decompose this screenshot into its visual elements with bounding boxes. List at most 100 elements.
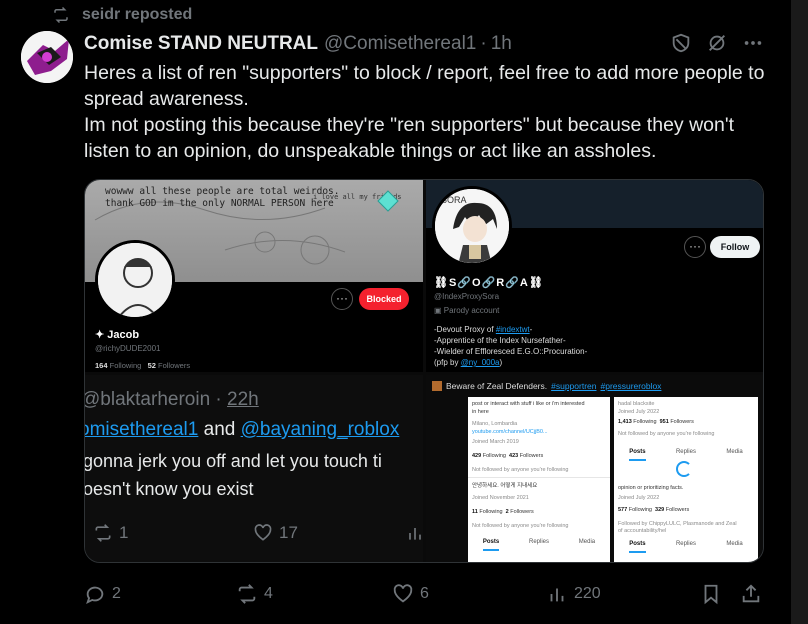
media-image-4[interactable]: Beware of Zeal Defenders. #supportren #p… (426, 375, 763, 562)
card-followers-count: 2 (505, 509, 509, 515)
card-line: post or interact with stuff i like or i'… (472, 401, 585, 407)
bookmark-button[interactable] (700, 580, 722, 608)
cropped-mention-1: omisethereal1 (85, 419, 199, 440)
media-image-3[interactable]: @blaktarheroin · 22h omisethereal1 and @… (85, 375, 423, 562)
card-following-label: Following (628, 507, 652, 513)
post-text: Heres a list of ren "supporters" to bloc… (84, 60, 784, 164)
repost-label: seidr reposted (82, 6, 193, 23)
media-grid[interactable]: wowww all these people are total weirdos… (84, 179, 764, 563)
collage-hashtag-2: #pressureroblox (600, 381, 662, 391)
card-tab-replies: Replies (528, 539, 549, 545)
profile-picture[interactable] (95, 240, 175, 320)
reply-button[interactable]: 2 (84, 580, 121, 608)
card-following-count: 1,413 (618, 419, 632, 425)
bookmark-icon (704, 584, 718, 605)
collage-caption-text: Beware of Zeal Defenders. (446, 381, 548, 391)
card-tab-media: Media (578, 539, 596, 545)
card-stats: 577 Following 329 Followers (618, 507, 689, 513)
repost-indicator[interactable]: seidr reposted (52, 5, 192, 25)
loading-spinner-icon (676, 461, 692, 477)
author-name[interactable]: Comise STAND NEUTRAL (84, 33, 318, 55)
collage-caption: Beware of Zeal Defenders. #supportren #p… (426, 379, 763, 393)
card-tab-replies: Replies (675, 541, 696, 547)
card-followed-by: Followed by ChippyLULC, Plasmanode and Z… (618, 521, 737, 527)
grok-icon[interactable] (706, 32, 728, 54)
cropped-handle: @blaktarheroin (85, 389, 211, 410)
card-following-count: 429 (472, 453, 482, 459)
card-tab-posts: Posts (629, 541, 646, 553)
collage-avatar (432, 381, 442, 391)
banner-text-line-1: wowww all these people are total weirdos… (105, 186, 340, 197)
card-joined: Joined July 2022 (618, 495, 660, 501)
card-divider (468, 477, 610, 478)
mention-link[interactable]: @ny_000a (461, 358, 500, 367)
more-icon[interactable] (742, 32, 764, 54)
card-joined: Joined July 2022 (618, 409, 660, 415)
cropped-text-2: oesn't know you exist (85, 479, 254, 499)
blocked-button[interactable]: Blocked (359, 288, 409, 310)
bio-line-4-suffix: ) (499, 358, 503, 367)
card-followers-count: 951 (659, 419, 669, 425)
pfp-art: SORA (435, 189, 509, 263)
card-stats: 429 Following 423 Followers (472, 453, 543, 459)
views-button[interactable]: 220 (546, 580, 601, 608)
collage-card-left: post or interact with stuff i like or i'… (468, 397, 610, 562)
author-handle[interactable]: @Comisethereal1 (324, 33, 476, 55)
card-line: in here (472, 409, 489, 415)
card-followers-count: 329 (655, 507, 665, 513)
scrollbar[interactable] (791, 0, 808, 624)
post-header: Comise STAND NEUTRAL @Comisethereal1 · 1… (84, 32, 512, 56)
card-stats: 1,413 Following 951 Followers (618, 419, 694, 425)
block-icon[interactable] (670, 32, 692, 54)
post-text-line-1: Heres a list of ren "supporters" to bloc… (84, 62, 765, 110)
cropped-mentions: omisethereal1 and @bayaning_roblox (85, 419, 399, 441)
profile-handle: @richyDUDE2001 (95, 344, 161, 353)
views-icon (550, 588, 564, 602)
card-notfollowed: Not followed by anyone you're following (472, 523, 569, 529)
share-button[interactable] (740, 580, 762, 608)
card-stats: 11 Following 2 Followers (472, 509, 534, 515)
media-image-2[interactable]: SORA ··· Follow ⛓S🔗O🔗R🔗A⛓ @IndexProxySor… (426, 180, 763, 372)
card-joined: Joined November 2021 (472, 495, 529, 501)
card-following-label: Following (479, 509, 503, 515)
post-time[interactable]: 1h (491, 33, 512, 55)
card-following-count: 577 (618, 507, 628, 513)
cropped-post-header: @blaktarheroin · 22h (85, 389, 259, 411)
repost-icon (95, 524, 111, 542)
repost-count: 4 (264, 585, 273, 602)
cropped-separator: · (215, 389, 222, 410)
profile-handle: @IndexProxySora (434, 292, 500, 301)
cropped-repost: 1 (93, 523, 128, 543)
card-tabs: Posts Replies Media (614, 541, 758, 557)
profile-picture[interactable]: SORA (432, 186, 512, 266)
cropped-actions: 1 17 (93, 523, 423, 545)
card-notfollowed: Not followed by anyone you're following (472, 467, 569, 473)
hashtag-link[interactable]: #indextwt (496, 325, 530, 334)
card-bio: opinion or prioritizing facts. (618, 485, 684, 491)
views-count: 220 (574, 585, 601, 602)
media-image-1[interactable]: wowww all these people are total weirdos… (85, 180, 423, 372)
author-avatar[interactable] (21, 31, 73, 83)
like-count: 6 (420, 585, 429, 602)
follow-button[interactable]: Follow (710, 236, 760, 258)
profile-more-button[interactable]: ··· (331, 288, 353, 310)
repost-button[interactable]: 4 (236, 580, 273, 608)
card-followers-count: 423 (509, 453, 519, 459)
header-separator: · (480, 33, 487, 54)
cropped-like: 17 (253, 523, 298, 543)
parody-text: Parody account (443, 306, 500, 315)
bio-line-2: -Apprentice of the Index Nursefather- (434, 336, 566, 345)
bio-line-3: -Wielder of Effloresced E.G.O::Procurati… (434, 347, 588, 356)
reply-count: 2 (112, 585, 121, 602)
collage-hashtag-1: #supportren (551, 381, 597, 391)
card-location: hadal blacksite (618, 401, 655, 407)
card-followers-label: Followers (519, 453, 544, 459)
card-tab-media: Media (726, 449, 743, 455)
repost-icon (54, 6, 68, 24)
card-following-label: Following (482, 453, 506, 459)
cropped-mention-2: @bayaning_roblox (240, 419, 400, 440)
profile-more-button[interactable]: ··· (684, 236, 706, 258)
diamond-icon (377, 190, 399, 212)
like-button[interactable]: 6 (392, 580, 429, 608)
card-followers-label: Followers (510, 509, 534, 515)
